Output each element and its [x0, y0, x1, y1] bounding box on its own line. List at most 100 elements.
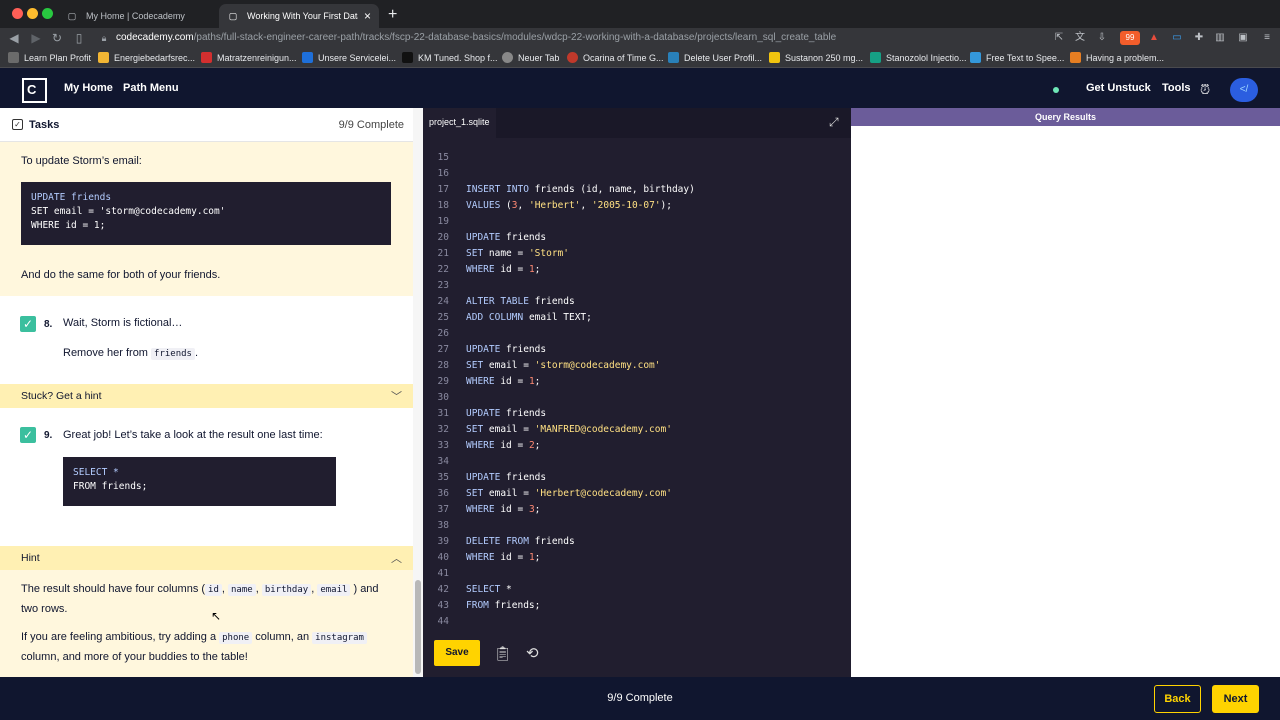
file-tab[interactable]: project_1.sqlite [423, 108, 496, 138]
wallet-icon[interactable]: ▣ [1236, 31, 1250, 45]
bookmark-item[interactable]: Neuer Tab [502, 52, 559, 63]
line-number: 22 [437, 264, 449, 275]
download-icon[interactable]: ⇩ [1095, 31, 1109, 45]
step8-checked-icon[interactable]: ✓ [20, 316, 36, 332]
bookmark-icon[interactable]: ▯ [71, 30, 87, 46]
code-lines[interactable]: 15 16 17 INSERT INTO friends (id, name, bir… [423, 150, 851, 630]
code-line[interactable]: SET email = 'MANFRED@codecademy.com' [466, 424, 672, 435]
bookmark-item[interactable]: Free Text to Spee... [970, 52, 1064, 63]
refresh-icon[interactable]: ⟲ [526, 644, 539, 662]
code-line[interactable]: DELETE FROM friends [466, 536, 575, 547]
back-arrow-icon[interactable]: ◀ [6, 30, 22, 46]
step9-checked-icon[interactable]: ✓ [20, 427, 36, 443]
chevron-up-icon: ︿ [391, 553, 402, 565]
code-line[interactable]: WHERE id = 2; [466, 440, 540, 451]
reload-icon[interactable]: ↻ [49, 30, 65, 46]
minimize-window-button[interactable] [27, 8, 38, 19]
code-line[interactable]: FROM friends; [466, 600, 540, 611]
bookmark-item[interactable]: Sustanon 250 mg... [769, 52, 863, 63]
code-line[interactable]: ADD COLUMN email TEXT; [466, 312, 592, 323]
tools-button[interactable]: Tools [1162, 82, 1191, 94]
scrollbar-thumb[interactable] [415, 580, 421, 674]
line-number: 15 [437, 152, 449, 163]
new-tab-button[interactable]: + [388, 6, 397, 24]
code-line[interactable]: SET name = 'Storm' [466, 248, 569, 259]
hint-content-step7: To update Storm’s email: UPDATE friends … [0, 142, 413, 296]
line-number: 16 [437, 168, 449, 179]
tasks-header: ✓ Tasks 9/9 Complete [0, 108, 413, 142]
bookmark-item[interactable]: Stanozolol Injectio... [870, 52, 967, 63]
sidebar-icon[interactable]: ▥ [1213, 31, 1227, 45]
expand-icon[interactable]: ⤢ [829, 115, 843, 129]
close-tab-icon[interactable]: × [364, 9, 371, 23]
code-line[interactable]: WHERE id = 1; [466, 552, 540, 563]
browser-tab-working-with-database[interactable]: ▢ Working With Your First Databa × [219, 4, 379, 28]
forward-arrow-icon[interactable]: ▶ [28, 30, 44, 46]
menu-icon[interactable]: ≡ [1260, 31, 1274, 45]
extensions-puzzle-icon[interactable]: ✚ [1192, 31, 1206, 45]
code-line[interactable]: UPDATE friends [466, 232, 546, 243]
bookmark-favicon-icon [870, 52, 881, 63]
line-number: 25 [437, 312, 449, 323]
bookmark-item[interactable]: Matratzenreinigun... [201, 52, 297, 63]
line-number: 21 [437, 248, 449, 259]
brave-shield-badge[interactable]: 99 [1120, 31, 1140, 45]
bookmark-item[interactable]: Having a problem... [1070, 52, 1164, 63]
nav-path-menu[interactable]: Path Menu [123, 82, 179, 94]
code-line[interactable]: SET email = 'storm@codecademy.com' [466, 360, 661, 371]
rewards-icon[interactable]: ▲ [1147, 31, 1161, 45]
bookmark-item[interactable]: Delete User Profil... [668, 52, 762, 63]
hint-paragraph-2: If you are feeling ambitious, try adding… [21, 628, 406, 667]
tasks-checkbox-icon: ✓ [12, 119, 23, 130]
clipboard-icon[interactable]: 📋︎ [494, 645, 512, 662]
bookmark-item[interactable]: KM Tuned. Shop f... [402, 52, 498, 63]
line-number: 33 [437, 440, 449, 451]
avatar[interactable]: </ [1230, 78, 1258, 102]
code-line[interactable]: UPDATE friends [466, 472, 546, 483]
code-line[interactable]: UPDATE friends [466, 408, 546, 419]
bookmark-item[interactable]: Learn Plan Profit [8, 52, 91, 63]
mouse-cursor-icon: ↖ [211, 609, 222, 623]
nav-my-home[interactable]: My Home [64, 82, 113, 94]
editor-footer: Save 📋︎ ⟲ [423, 631, 851, 677]
line-number: 41 [437, 568, 449, 579]
next-button[interactable]: Next [1212, 685, 1259, 713]
hint-content-step9: The result should have four columns (id,… [0, 570, 413, 677]
code-line[interactable]: INSERT INTO friends (id, name, birthday) [466, 184, 695, 195]
close-window-button[interactable] [12, 8, 23, 19]
bookmark-favicon-icon [98, 52, 109, 63]
browser-tab-my-home[interactable]: ▢ My Home | Codecademy [58, 4, 218, 28]
translate-icon[interactable]: 文 [1073, 31, 1087, 45]
line-number: 30 [437, 392, 449, 403]
codecademy-logo[interactable]: C [22, 78, 47, 103]
share-icon[interactable]: ⇱ [1052, 31, 1066, 45]
alarm-clock-icon[interactable]: ⏰︎ [1200, 82, 1216, 98]
code-line[interactable]: ALTER TABLE friends [466, 296, 575, 307]
bookmark-item[interactable]: Unsere Servicelei... [302, 52, 396, 63]
lock-icon: 🔒︎ [101, 33, 107, 43]
bookmark-item[interactable]: Energiebedarfsrec... [98, 52, 195, 63]
instructions-scrollbar[interactable] [413, 108, 423, 677]
codecademy-favicon-icon: ▢ [228, 10, 238, 21]
code-line[interactable]: SET email = 'Herbert@codecademy.com' [466, 488, 672, 499]
back-button[interactable]: Back [1154, 685, 1201, 713]
code-line[interactable]: SELECT * [466, 584, 512, 595]
cast-icon[interactable]: ▭ [1170, 31, 1184, 45]
stuck-hint-label: Stuck? Get a hint [21, 390, 102, 402]
code-line[interactable]: WHERE id = 1; [466, 376, 540, 387]
code-line[interactable]: UPDATE friends [466, 344, 546, 355]
code-line[interactable]: VALUES (3, 'Herbert', '2005-10-07'); [466, 200, 672, 211]
code-line[interactable]: WHERE id = 3; [466, 504, 540, 515]
save-button[interactable]: Save [434, 640, 480, 666]
url-input[interactable]: 🔒︎ codecademy.com/paths/full-stack-engine… [96, 29, 1136, 47]
stuck-hint-toggle[interactable]: Stuck? Get a hint ﹀ [0, 384, 413, 408]
bookmark-item[interactable]: Ocarina of Time G... [567, 52, 664, 63]
maximize-window-button[interactable] [42, 8, 53, 19]
line-number: 39 [437, 536, 449, 547]
url-host: codecademy.com [116, 32, 194, 43]
hint-toggle[interactable]: Hint ︿ [0, 546, 413, 570]
line-number: 44 [437, 616, 449, 627]
lesson-footer: 9/9 Complete Back Next [0, 677, 1280, 720]
get-unstuck-button[interactable]: Get Unstuck [1086, 82, 1151, 94]
code-line[interactable]: WHERE id = 1; [466, 264, 540, 275]
